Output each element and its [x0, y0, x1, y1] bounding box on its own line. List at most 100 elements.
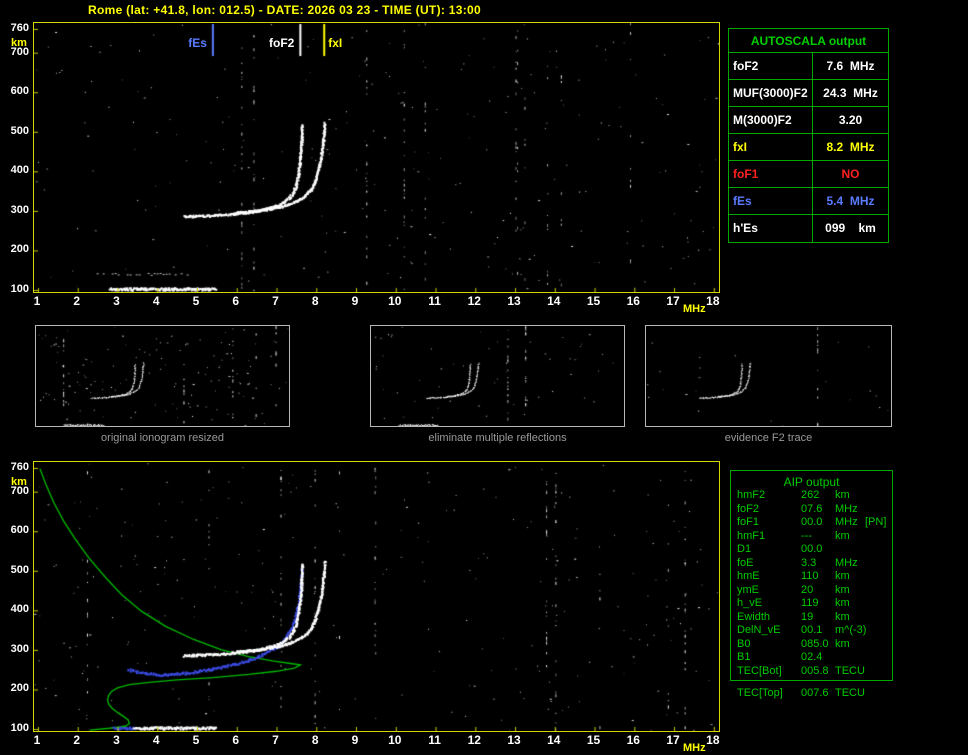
aip-value: 262 — [801, 489, 835, 503]
x-tick-label: 4 — [146, 733, 166, 747]
aip-output-panel: AIP output hmF2262kmfoF207.6MHzfoF100.0M… — [730, 470, 893, 681]
aip-value: 00.0 — [801, 543, 835, 557]
autoscala-row-label: foF1 — [729, 161, 813, 187]
aip-row-TEC[Bot]: TEC[Bot]005.8TECU — [731, 665, 892, 679]
x-tick-label: 13 — [504, 733, 524, 747]
aip-extra — [865, 503, 892, 517]
x-tick-label: 4 — [146, 294, 166, 308]
aip-extra — [865, 584, 892, 598]
x-tick-label: 6 — [226, 733, 246, 747]
y-tick-label: 760 — [2, 461, 29, 473]
aip-value: 110 — [801, 570, 835, 584]
autoscala-row-value: NO — [813, 161, 888, 187]
autoscala-row-MUF(3000)F2: MUF(3000)F224.3 MHz — [729, 80, 888, 107]
aip-unit: km — [835, 597, 865, 611]
aip-label: B0 — [737, 638, 801, 652]
y-tick-label: 600 — [2, 524, 29, 536]
aip-value: 119 — [801, 597, 835, 611]
autoscala-row-value: 8.2 MHz — [813, 134, 888, 160]
aip-extra — [865, 489, 892, 503]
aip-row-DelN_vE: DelN_vE00.1m^(-3) — [731, 624, 892, 638]
autoscala-output-title: AUTOSCALA output — [729, 29, 888, 53]
aip-label: D1 — [737, 543, 801, 557]
aip-label: ymE — [737, 584, 801, 598]
aip-unit: TECU — [835, 687, 865, 701]
aip-extra — [865, 687, 893, 701]
x-tick-label: 13 — [504, 294, 524, 308]
ionogram-top-canvas — [33, 22, 720, 293]
y-tick-label: 100 — [2, 722, 29, 734]
aip-value: 085.0 — [801, 638, 835, 652]
x-tick-label: 6 — [226, 294, 246, 308]
autoscala-row-label: h'Es — [729, 215, 813, 242]
aip-unit: m^(-3) — [835, 624, 865, 638]
aip-label: TEC[Bot] — [737, 665, 801, 679]
aip-value: --- — [801, 530, 835, 544]
autoscala-row-foF2: foF27.6 MHz — [729, 53, 888, 80]
x-tick-label: 14 — [544, 294, 564, 308]
aip-label: Ewidth — [737, 611, 801, 625]
aip-value: 07.6 — [801, 503, 835, 517]
x-tick-label: 5 — [186, 733, 206, 747]
aip-row-hmE: hmE110km — [731, 570, 892, 584]
x-tick-label: 12 — [464, 294, 484, 308]
x-tick-label: 11 — [425, 733, 445, 747]
x-tick-label: 1 — [27, 294, 47, 308]
aip-extra — [865, 611, 892, 625]
aip-label: h_vE — [737, 597, 801, 611]
aip-row-B0: B0085.0km — [731, 638, 892, 652]
x-tick-label: 17 — [663, 294, 683, 308]
x-tick-label: 14 — [544, 733, 564, 747]
aip-unit: km — [835, 638, 865, 652]
aip-value: 00.1 — [801, 624, 835, 638]
x-tick-label: 9 — [345, 294, 365, 308]
autoscala-row-label: fEs — [729, 188, 813, 214]
x-tick-label: 18 — [703, 294, 723, 308]
aip-extra — [865, 543, 892, 557]
x-tick-label: 10 — [385, 294, 405, 308]
aip-extra: [PN] — [865, 516, 892, 530]
x-tick-label: 7 — [266, 294, 286, 308]
thumbnail-eliminate-reflections — [370, 325, 625, 427]
aip-row-foE: foE3.3MHz — [731, 557, 892, 571]
x-tick-label: 17 — [663, 733, 683, 747]
aip-label: B1 — [737, 651, 801, 665]
y-tick-label: 700 — [2, 46, 29, 58]
autoscala-row-value: 099 km — [813, 215, 888, 242]
x-tick-label: 8 — [305, 733, 325, 747]
aip-label: DelN_vE — [737, 624, 801, 638]
x-tick-label: 3 — [106, 294, 126, 308]
aip-row-hmF2: hmF2262km — [731, 489, 892, 503]
x-tick-label: 15 — [584, 294, 604, 308]
autoscala-row-M(3000)F2: M(3000)F23.20 — [729, 107, 888, 134]
marker-label-fEs: fEs — [169, 36, 207, 50]
x-tick-label: 7 — [266, 733, 286, 747]
autoscala-row-fxI: fxI8.2 MHz — [729, 134, 888, 161]
aip-label: foF1 — [737, 516, 801, 530]
aip-value: 00.0 — [801, 516, 835, 530]
y-tick-label: 100 — [2, 283, 29, 295]
autoscala-row-value: 5.4 MHz — [813, 188, 888, 214]
x-tick-label: 1 — [27, 733, 47, 747]
aip-extra — [865, 597, 892, 611]
x-tick-label: 16 — [623, 733, 643, 747]
x-tick-label: 2 — [67, 294, 87, 308]
aip-value: 3.3 — [801, 557, 835, 571]
caption-original-ionogram: original ionogram resized — [35, 432, 290, 444]
aip-extra — [865, 570, 892, 584]
aip-row-foF2: foF207.6MHz — [731, 503, 892, 517]
autoscala-row-label: M(3000)F2 — [729, 107, 813, 133]
aip-label: hmE — [737, 570, 801, 584]
x-tick-label: 18 — [703, 733, 723, 747]
y-tick-label: 600 — [2, 85, 29, 97]
aip-unit: km — [835, 584, 865, 598]
aip-label: hmF1 — [737, 530, 801, 544]
aip-unit — [835, 543, 865, 557]
marker-label-foF2: foF2 — [256, 36, 294, 50]
x-tick-label: 12 — [464, 733, 484, 747]
aip-row-ymE: ymE20km — [731, 584, 892, 598]
aip-unit: MHz — [835, 516, 865, 530]
x-tick-label: 10 — [385, 733, 405, 747]
aip-unit: km — [835, 570, 865, 584]
x-tick-label: 2 — [67, 733, 87, 747]
